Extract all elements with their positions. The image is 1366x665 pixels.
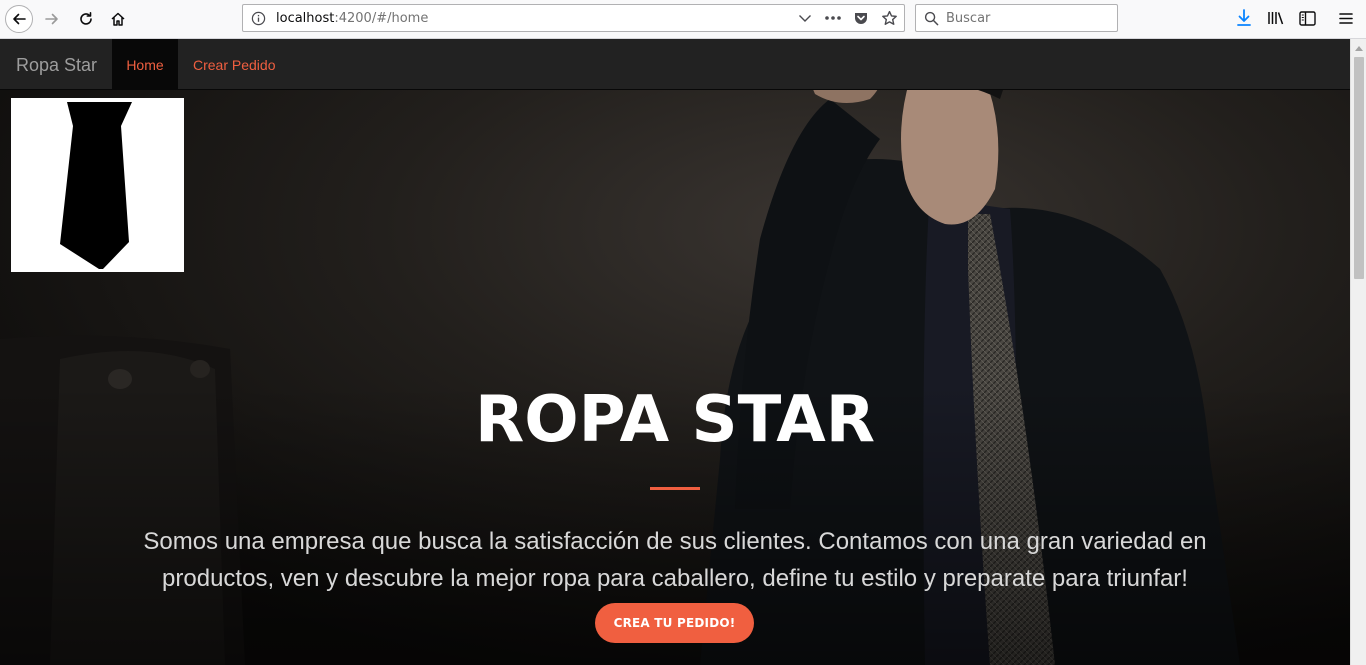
site-brand[interactable]: Ropa Star [16, 55, 97, 76]
page-scrollbar[interactable] [1350, 39, 1366, 665]
page-viewport: Ropa Star Home Crear Pedido ROPA STAR So… [0, 39, 1350, 665]
hero-divider [650, 487, 700, 490]
dropdown-icon[interactable] [796, 9, 814, 27]
url-text: localhost:4200/#/home [276, 11, 428, 26]
back-icon [13, 13, 26, 25]
browser-toolbar: localhost:4200/#/home [0, 0, 1366, 39]
search-input[interactable] [946, 9, 1106, 27]
forward-icon [45, 13, 58, 25]
hero-title: ROPA STAR [474, 383, 876, 457]
url-path: :4200/#/home [334, 11, 429, 26]
nav-crear-pedido-link[interactable]: Crear Pedido [193, 39, 276, 90]
reload-icon [80, 12, 92, 25]
search-bar[interactable] [915, 4, 1118, 32]
address-bar[interactable]: localhost:4200/#/home [242, 4, 905, 32]
search-icon [924, 11, 939, 31]
info-icon[interactable] [251, 11, 266, 31]
site-navbar: Ropa Star Home Crear Pedido [0, 39, 1350, 90]
library-icon[interactable] [1266, 8, 1286, 28]
scrollbar-thumb[interactable] [1354, 57, 1364, 279]
menu-icon[interactable] [1336, 8, 1356, 28]
hero-description: Somos una empresa que busca la satisfacc… [143, 528, 1207, 592]
home-icon [111, 12, 125, 26]
pocket-icon[interactable] [852, 9, 870, 27]
nav-home-link[interactable]: Home [112, 39, 178, 90]
url-host: localhost [276, 11, 335, 26]
bookmark-star-icon[interactable] [880, 9, 898, 27]
sidebar-icon[interactable] [1297, 8, 1317, 28]
back-button[interactable] [5, 5, 33, 33]
download-icon[interactable] [1234, 8, 1254, 28]
tie-logo [11, 98, 184, 272]
home-button[interactable] [104, 5, 132, 33]
create-order-button[interactable]: CREA TU PEDIDO! [595, 603, 754, 643]
reload-button[interactable] [72, 5, 100, 33]
more-icon[interactable] [824, 9, 842, 27]
forward-button[interactable] [38, 5, 66, 33]
scroll-up-icon[interactable] [1351, 41, 1366, 55]
